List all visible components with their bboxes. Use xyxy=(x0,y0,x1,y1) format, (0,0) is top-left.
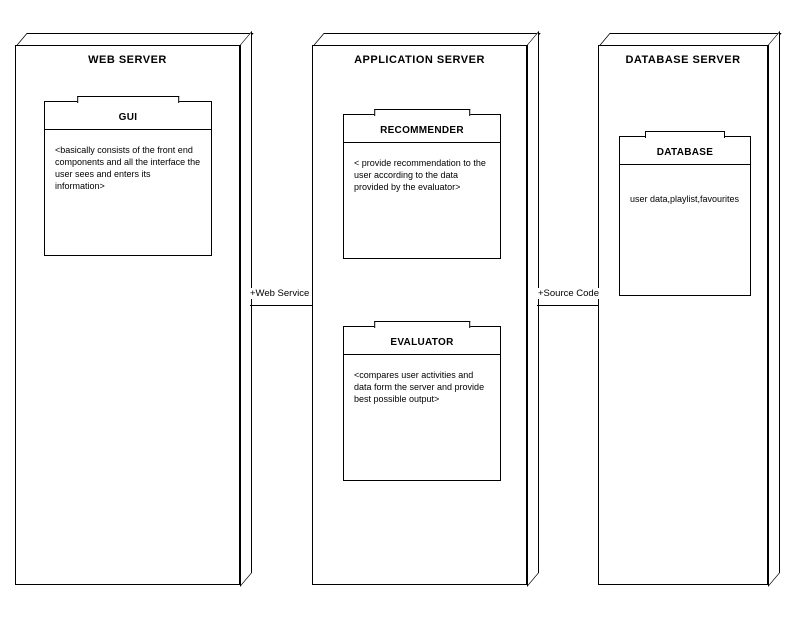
connector-source-code xyxy=(537,305,598,306)
node-web-server: WEB SERVER GUI <basically consists of th… xyxy=(15,45,240,585)
component-database-body: user data,playlist,favourites xyxy=(620,165,750,219)
component-recommender: RECOMMENDER < provide recommendation to … xyxy=(343,114,501,259)
component-database: DATABASE user data,playlist,favourites xyxy=(619,136,751,296)
component-gui-body: <basically consists of the front end com… xyxy=(45,130,211,207)
component-gui-title: GUI xyxy=(45,102,211,130)
connector-source-code-label: +Source Code xyxy=(536,288,601,299)
component-gui: GUI <basically consists of the front end… xyxy=(44,101,212,256)
component-evaluator: EVALUATOR <compares user activities and … xyxy=(343,326,501,481)
node-db-server-title: DATABASE SERVER xyxy=(599,54,767,66)
connector-web-service-label: +Web Service xyxy=(248,288,311,299)
node-app-server: APPLICATION SERVER RECOMMENDER < provide… xyxy=(312,45,527,585)
component-evaluator-title: EVALUATOR xyxy=(344,327,500,355)
node-db-server: DATABASE SERVER DATABASE user data,playl… xyxy=(598,45,768,585)
component-recommender-title: RECOMMENDER xyxy=(344,115,500,143)
component-recommender-body: < provide recommendation to the user acc… xyxy=(344,143,500,207)
connector-web-service xyxy=(250,305,312,306)
component-evaluator-body: <compares user activities and data form … xyxy=(344,355,500,419)
node-app-server-title: APPLICATION SERVER xyxy=(313,54,526,66)
component-database-title: DATABASE xyxy=(620,137,750,165)
node-web-server-title: WEB SERVER xyxy=(16,54,239,66)
